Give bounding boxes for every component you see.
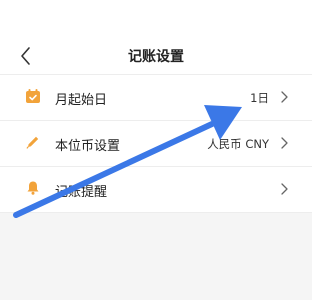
page-content: 月起始日 1日 本位币设置 人民币 CNY 记账提醒 [0,74,312,300]
settings-item-value: 人民币 CNY [207,137,269,151]
chevron-right-icon [281,183,288,195]
bell-icon [27,181,39,195]
pencil-icon [26,136,39,149]
page-title: 记账设置 [128,49,184,65]
settings-item-label: 本位币设置 [55,139,121,154]
chevron-right-icon [281,137,288,149]
settings-item-label: 月起始日 [55,93,108,108]
navigation-bar: 记账设置 [0,38,312,74]
status-bar-area [0,0,312,38]
settings-item-reminder[interactable]: 记账提醒 [0,167,312,213]
chevron-right-icon [281,91,288,103]
settings-item-value: 1日 [250,91,269,105]
settings-item-label: 记账提醒 [55,185,108,200]
settings-list: 月起始日 1日 本位币设置 人民币 CNY 记账提醒 [0,74,312,213]
settings-item-month-start-day[interactable]: 月起始日 1日 [0,75,312,121]
settings-item-base-currency[interactable]: 本位币设置 人民币 CNY [0,121,312,167]
calendar-icon [26,89,40,103]
